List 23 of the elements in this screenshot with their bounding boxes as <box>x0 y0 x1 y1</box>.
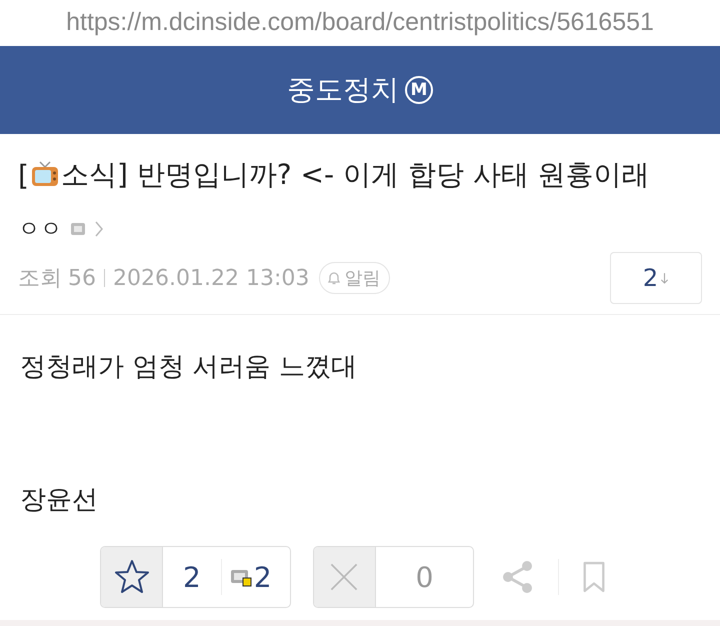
down-arrow-icon <box>660 272 670 285</box>
fixed-recommend-count: 2 <box>252 560 273 594</box>
recommend-button[interactable] <box>101 547 163 608</box>
body-text: 정청래가 엄청 서러움 느꼈대 <box>20 351 358 384</box>
author-name[interactable]: ㅇㅇ <box>18 214 62 244</box>
url-text: https://m.dcinside.com/board/centristpolitics/5616551 <box>65 7 655 38</box>
bracket-text: [ <box>18 158 29 192</box>
views-count: 56 <box>68 266 96 291</box>
fixed-member-icon <box>230 567 252 588</box>
minor-badge: M <box>405 76 433 104</box>
views-label: 조회 <box>18 265 62 294</box>
post-date: 2026.01.22 13:03 <box>113 266 310 291</box>
bookmark-icon[interactable] <box>581 560 608 594</box>
bell-icon <box>326 270 342 286</box>
recommend-count: 2 <box>182 560 202 594</box>
member-icon <box>70 221 86 238</box>
comment-count-button[interactable]: 2 <box>610 252 702 304</box>
post-title: 소식] 반명입니까? <- 이게 합당 사태 원흉이래 <box>60 157 650 194</box>
downvote-button[interactable] <box>314 547 376 608</box>
body-text: 장윤선 <box>20 484 99 518</box>
downvote-count: 0 <box>414 560 434 594</box>
chevron-right-icon[interactable] <box>94 220 104 238</box>
gallery-title[interactable]: 중도정치 <box>287 71 399 110</box>
